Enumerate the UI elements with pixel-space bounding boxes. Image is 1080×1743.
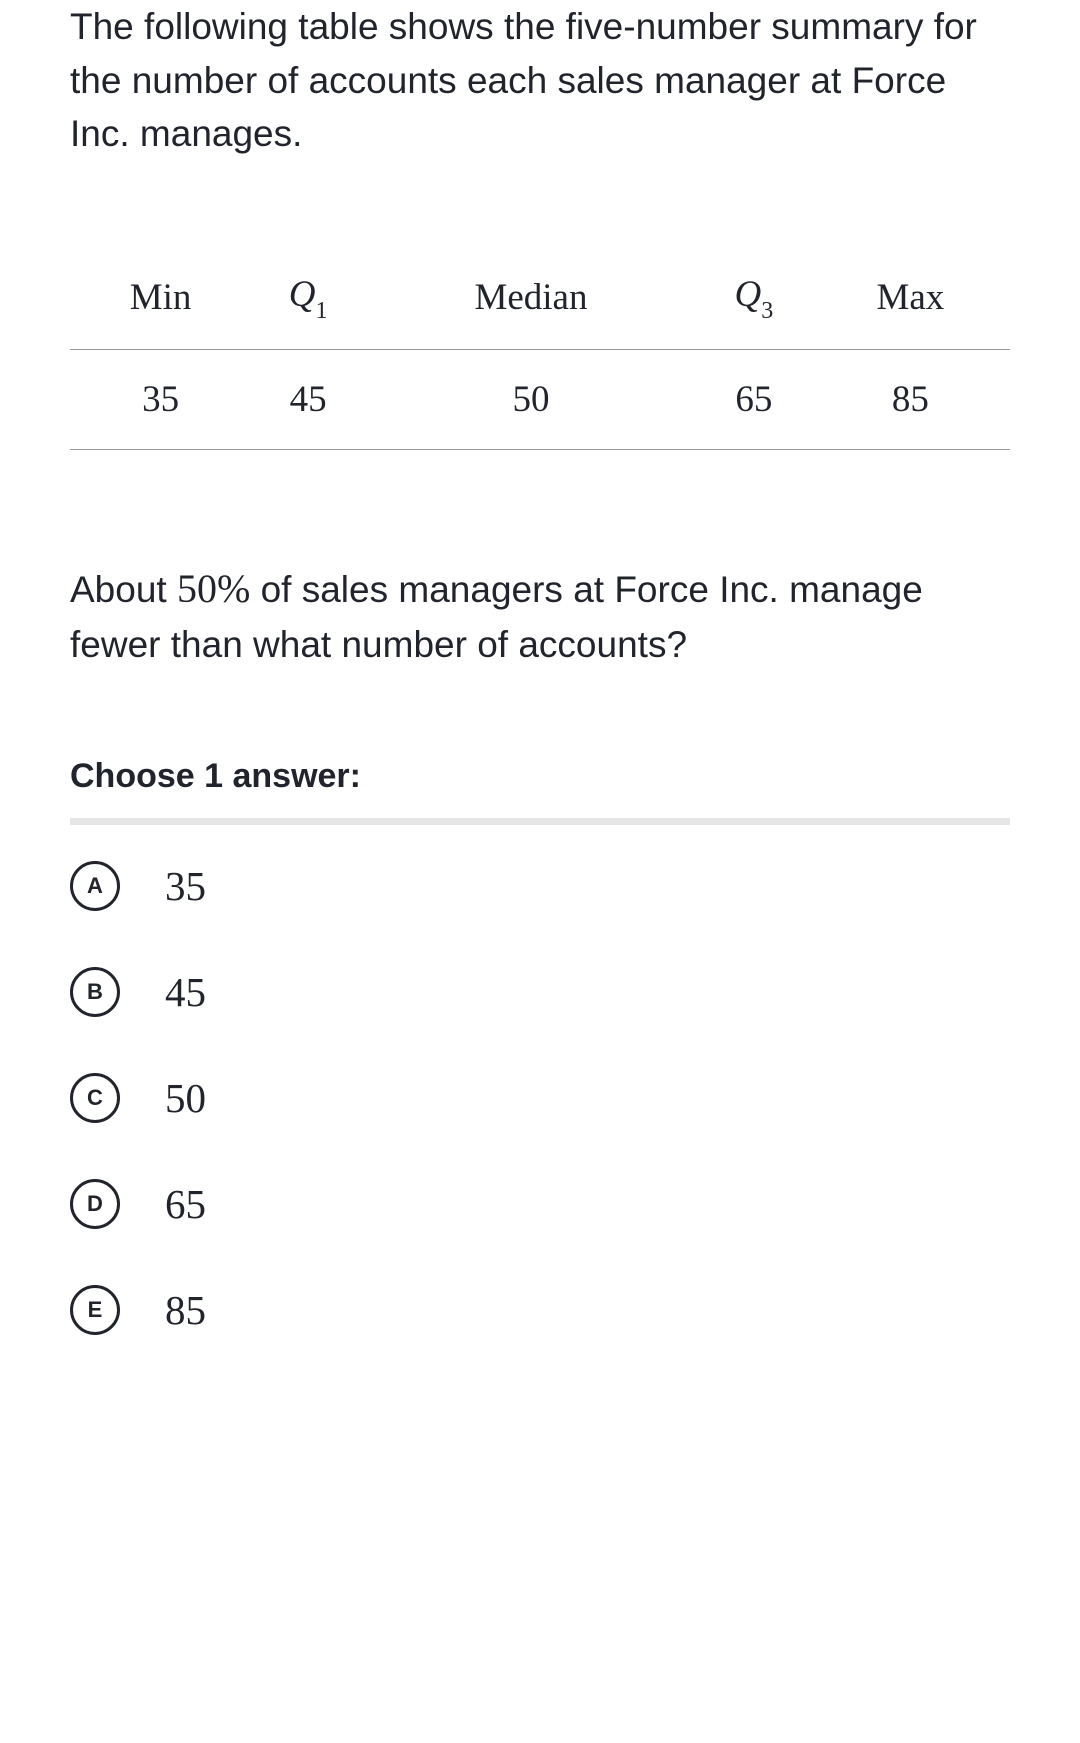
radio-icon: D	[70, 1179, 120, 1229]
option-value: 50	[165, 1074, 206, 1122]
option-letter: D	[87, 1191, 103, 1217]
choose-answer-label: Choose 1 answer:	[70, 757, 1010, 796]
header-max: Max	[811, 251, 1010, 350]
five-number-summary-table: Min Q1 Median Q3 Max 35 45 50 65 85	[70, 251, 1010, 450]
intro-text: The following table shows the five-numbe…	[70, 0, 1010, 161]
option-value: 65	[165, 1180, 206, 1228]
radio-icon: C	[70, 1073, 120, 1123]
q1-sub: 1	[315, 298, 327, 324]
header-median: Median	[365, 251, 697, 350]
option-letter: E	[88, 1297, 103, 1323]
option-b[interactable]: B 45	[70, 939, 1010, 1045]
option-c[interactable]: C 50	[70, 1045, 1010, 1151]
value-min: 35	[70, 350, 251, 450]
value-median: 50	[365, 350, 697, 450]
radio-icon: E	[70, 1285, 120, 1335]
q3-base: Q	[734, 274, 761, 315]
radio-icon: A	[70, 861, 120, 911]
header-min: Min	[70, 251, 251, 350]
option-value: 85	[165, 1286, 206, 1334]
option-letter: C	[87, 1085, 103, 1111]
option-value: 45	[165, 968, 206, 1016]
value-q1: 45	[251, 350, 365, 450]
value-q3: 65	[697, 350, 811, 450]
table-header-row: Min Q1 Median Q3 Max	[70, 251, 1010, 350]
question-text: About 50% of sales managers at Force Inc…	[70, 560, 1010, 672]
table-row: 35 45 50 65 85	[70, 350, 1010, 450]
q1-base: Q	[289, 274, 316, 315]
option-d[interactable]: D 65	[70, 1151, 1010, 1257]
header-q1: Q1	[251, 251, 365, 350]
option-value: 35	[165, 862, 206, 910]
option-letter: A	[87, 873, 103, 899]
option-a[interactable]: A 35	[70, 833, 1010, 939]
radio-icon: B	[70, 967, 120, 1017]
header-q3: Q3	[697, 251, 811, 350]
divider	[70, 818, 1010, 825]
q3-sub: 3	[761, 298, 773, 324]
question-part1: About	[70, 569, 177, 610]
value-max: 85	[811, 350, 1010, 450]
option-e[interactable]: E 85	[70, 1257, 1010, 1363]
option-letter: B	[87, 979, 103, 1005]
question-percent: 50%	[177, 566, 250, 611]
